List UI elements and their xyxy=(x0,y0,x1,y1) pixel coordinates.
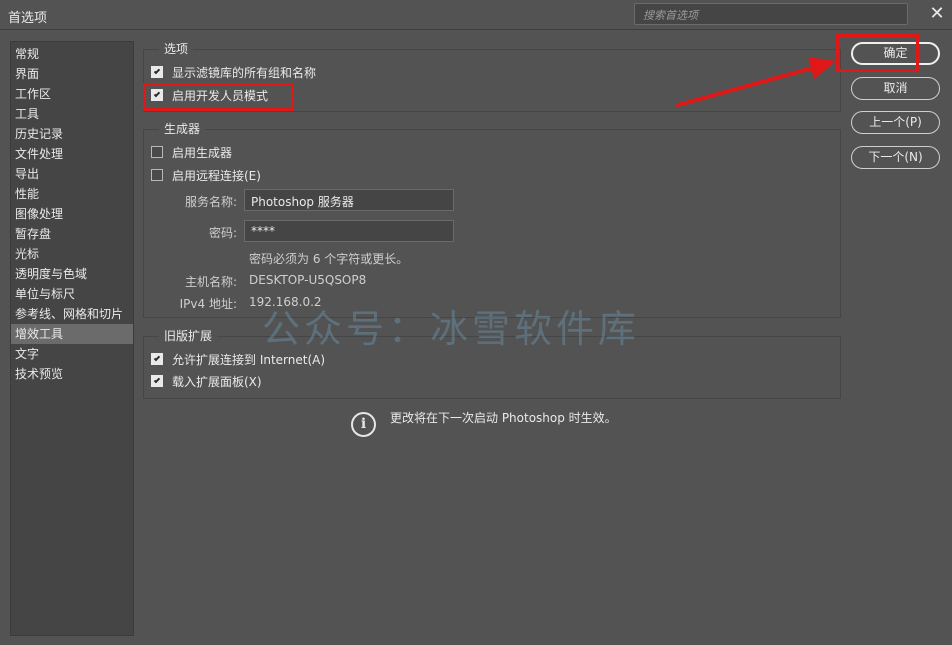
red-arrow-icon xyxy=(676,57,836,107)
